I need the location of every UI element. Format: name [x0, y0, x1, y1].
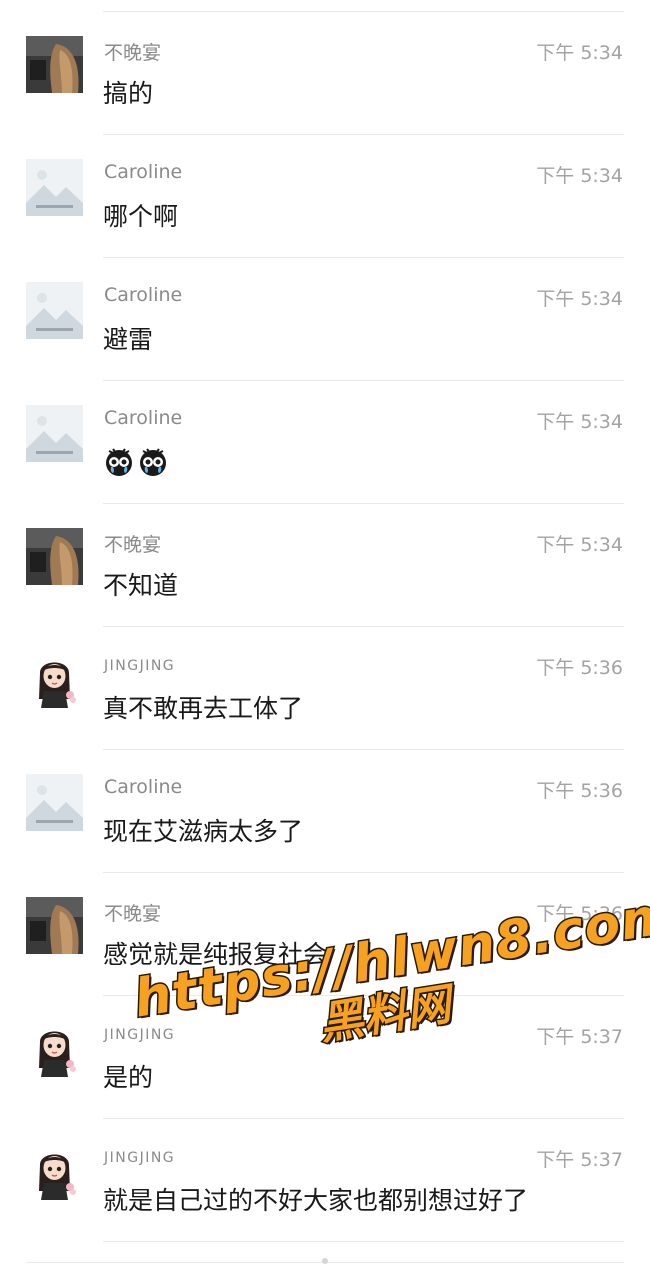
message-text[interactable]: 是的	[103, 1058, 153, 1094]
avatar[interactable]	[26, 1143, 83, 1200]
message-item[interactable]: JINGJING 下午 5:37 是的	[0, 996, 650, 1119]
placeholder-image-icon	[26, 282, 83, 339]
user-photo-icon	[26, 36, 83, 93]
avatar[interactable]	[26, 1020, 83, 1077]
message-text[interactable]: 感觉就是纯报复社会	[103, 935, 328, 971]
message-text[interactable]: 真不敢再去工体了	[103, 689, 303, 725]
avatar[interactable]	[26, 528, 83, 585]
message-time: 下午 5:36	[536, 780, 623, 802]
emoji-message[interactable]	[103, 445, 169, 477]
message-time: 下午 5:34	[536, 411, 623, 433]
sender-name: JINGJING	[104, 1027, 176, 1043]
message-item[interactable]: Caroline 下午 5:34	[0, 381, 650, 504]
message-list[interactable]: 不晚宴 下午 5:34 搞的 Caroline 下午 5:34 哪个啊 Caro…	[0, 12, 650, 1242]
crying-face-icon	[140, 448, 166, 476]
user-photo-icon	[26, 528, 83, 585]
avatar[interactable]	[26, 897, 83, 954]
message-time: 下午 5:34	[536, 42, 623, 64]
message-time: 下午 5:34	[536, 165, 623, 187]
placeholder-image-icon	[26, 405, 83, 462]
avatar[interactable]	[26, 282, 83, 339]
avatar[interactable]	[26, 774, 83, 831]
sender-name: JINGJING	[104, 658, 176, 674]
message-time: 下午 5:36	[536, 657, 623, 679]
sender-name: 不晚宴	[104, 903, 162, 925]
scroll-indicator	[322, 1258, 328, 1264]
message-time: 下午 5:34	[536, 534, 623, 556]
message-item[interactable]: JINGJING 下午 5:37 就是自己过的不好大家也都别想过好了	[0, 1119, 650, 1242]
placeholder-image-icon	[26, 774, 83, 831]
message-text[interactable]: 就是自己过的不好大家也都别想过好了	[103, 1181, 528, 1217]
sender-name: 不晚宴	[104, 42, 162, 64]
message-item[interactable]: 不晚宴 下午 5:34 不知道	[0, 504, 650, 627]
message-item[interactable]: JINGJING 下午 5:36 真不敢再去工体了	[0, 627, 650, 750]
message-time: 下午 5:36	[536, 903, 623, 925]
message-time: 下午 5:37	[536, 1026, 623, 1048]
message-item[interactable]: 不晚宴 下午 5:36 感觉就是纯报复社会	[0, 873, 650, 996]
avatar[interactable]	[26, 405, 83, 462]
message-item[interactable]: Caroline 下午 5:34 避雷	[0, 258, 650, 381]
avatar[interactable]	[26, 651, 83, 708]
avatar[interactable]	[26, 36, 83, 93]
message-time: 下午 5:37	[536, 1149, 623, 1171]
message-item[interactable]: Caroline 下午 5:34 哪个啊	[0, 135, 650, 258]
sender-name: Caroline	[104, 161, 183, 183]
sender-name: Caroline	[104, 284, 183, 306]
sender-name: Caroline	[104, 776, 183, 798]
user-photo-icon	[26, 897, 83, 954]
placeholder-image-icon	[26, 159, 83, 216]
crying-face-icon	[106, 448, 132, 476]
message-item[interactable]: 不晚宴 下午 5:34 搞的	[0, 12, 650, 135]
cartoon-girl-icon	[26, 1020, 83, 1077]
message-text[interactable]: 哪个啊	[103, 197, 178, 233]
avatar[interactable]	[26, 159, 83, 216]
message-text[interactable]: 搞的	[103, 74, 153, 110]
sender-name: 不晚宴	[104, 534, 162, 556]
cartoon-girl-icon	[26, 1143, 83, 1200]
message-time: 下午 5:34	[536, 288, 623, 310]
cartoon-girl-icon	[26, 651, 83, 708]
message-text[interactable]: 不知道	[103, 566, 178, 602]
sender-name: JINGJING	[104, 1150, 176, 1166]
message-text[interactable]: 避雷	[103, 320, 153, 356]
message-text[interactable]: 现在艾滋病太多了	[103, 812, 303, 848]
sender-name: Caroline	[104, 407, 183, 429]
message-item[interactable]: Caroline 下午 5:36 现在艾滋病太多了	[0, 750, 650, 873]
